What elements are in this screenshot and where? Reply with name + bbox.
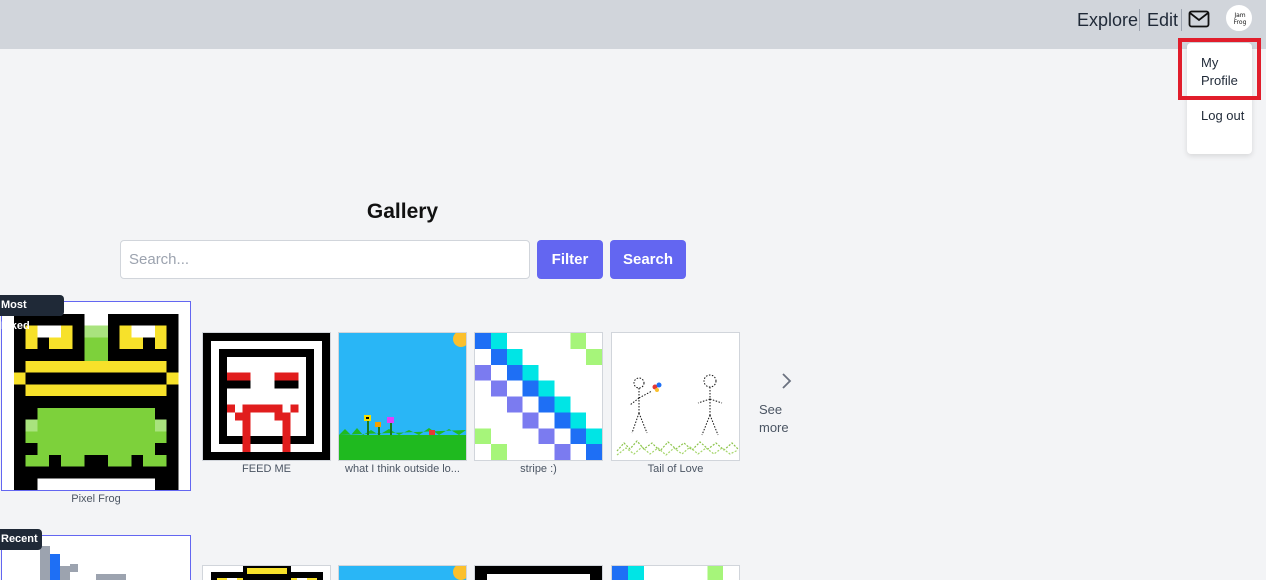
artwork-caption: stripe :) bbox=[520, 463, 557, 475]
svg-text:Frog: Frog bbox=[1234, 19, 1247, 26]
nav-explore-link[interactable]: Explore bbox=[1077, 9, 1138, 31]
nav-divider bbox=[1181, 9, 1182, 31]
artwork-thumbnail[interactable] bbox=[338, 565, 467, 580]
page-title: Gallery bbox=[366, 200, 439, 223]
artwork-thumbnail[interactable] bbox=[474, 565, 603, 580]
artwork-thumbnail[interactable] bbox=[611, 565, 740, 580]
highlight-box bbox=[1178, 38, 1261, 100]
recent-tag: Recent bbox=[0, 529, 42, 550]
see-more-link[interactable]: See more bbox=[759, 401, 799, 437]
svg-text:Jam: Jam bbox=[1233, 12, 1245, 19]
artwork-thumbnail[interactable] bbox=[611, 332, 740, 461]
artwork-thumbnail[interactable] bbox=[202, 565, 331, 580]
nav-edit-link[interactable]: Edit bbox=[1147, 9, 1178, 31]
mail-icon[interactable] bbox=[1188, 9, 1210, 29]
logout-menu-item[interactable]: Log out bbox=[1201, 107, 1246, 125]
search-input[interactable] bbox=[120, 240, 530, 279]
artwork-thumbnail[interactable] bbox=[202, 332, 331, 461]
most-liked-tag: Most Liked bbox=[0, 295, 64, 332]
search-button[interactable]: Search bbox=[610, 240, 686, 279]
user-avatar-icon[interactable]: Jam Frog bbox=[1225, 4, 1253, 32]
filter-button[interactable]: Filter bbox=[537, 240, 603, 279]
artwork-thumbnail[interactable] bbox=[474, 332, 603, 461]
artwork-thumbnail[interactable] bbox=[338, 332, 467, 461]
artwork-caption: what I think outside lo... bbox=[345, 463, 460, 475]
featured-caption: Pixel Frog bbox=[71, 493, 121, 505]
artwork-caption: Tail of Love bbox=[647, 463, 704, 475]
nav-divider bbox=[1139, 9, 1140, 31]
artwork-caption: FEED ME bbox=[242, 463, 291, 475]
chevron-right-icon[interactable] bbox=[780, 372, 792, 390]
